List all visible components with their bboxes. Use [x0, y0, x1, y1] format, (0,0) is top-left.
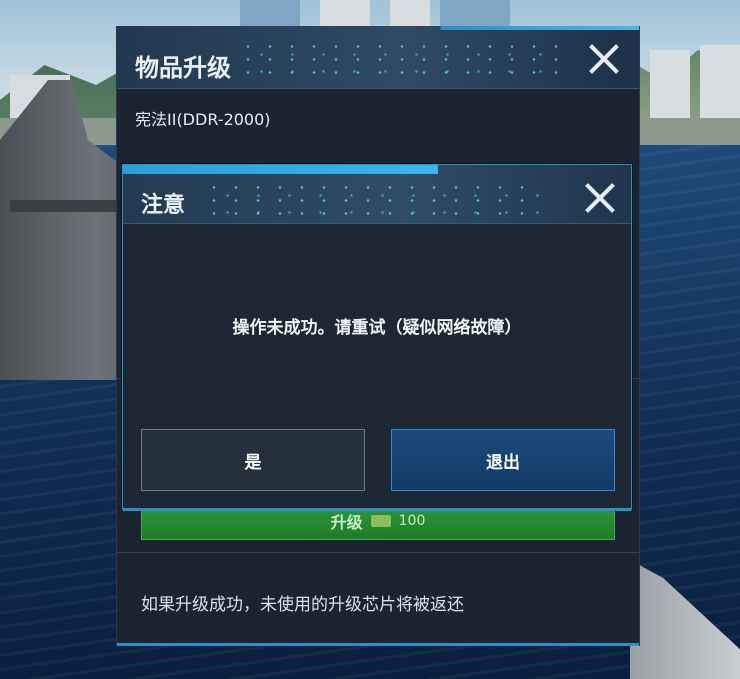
yes-button[interactable]: 是	[141, 429, 365, 491]
upgrade-chip-icon	[370, 515, 391, 527]
warship-deck	[10, 200, 120, 212]
panel-close-icon[interactable]	[587, 42, 621, 76]
header-particles	[237, 40, 567, 80]
upgrade-button-label: 升级	[330, 513, 363, 532]
panel-bottom-border	[117, 643, 639, 646]
dialog-title: 注意	[141, 193, 186, 218]
dialog-header-particles	[203, 181, 543, 221]
exit-button-label: 退出	[486, 452, 520, 473]
yes-button-label: 是	[244, 452, 262, 473]
building	[700, 45, 740, 120]
panel-header: 物品升级	[117, 26, 639, 89]
divider	[117, 552, 639, 553]
attention-dialog: 注意 操作未成功。请重试（疑似网络故障） 是 退出	[122, 164, 632, 511]
exit-button[interactable]: 退出	[391, 429, 615, 491]
dialog-accent-strip	[123, 165, 631, 174]
item-name: 宪法II(DDR-2000)	[135, 110, 271, 129]
dialog-header: 注意	[123, 165, 631, 224]
dialog-message: 操作未成功。请重试（疑似网络故障）	[232, 318, 522, 338]
upgrade-cost: 100	[398, 513, 426, 529]
panel-title: 物品升级	[135, 54, 231, 82]
header-accent-strip	[117, 26, 639, 30]
dialog-close-icon[interactable]	[583, 181, 617, 215]
refund-note: 如果升级成功，未使用的升级芯片将被返还	[141, 595, 464, 615]
building	[650, 50, 690, 120]
dialog-bottom-border	[123, 508, 631, 511]
